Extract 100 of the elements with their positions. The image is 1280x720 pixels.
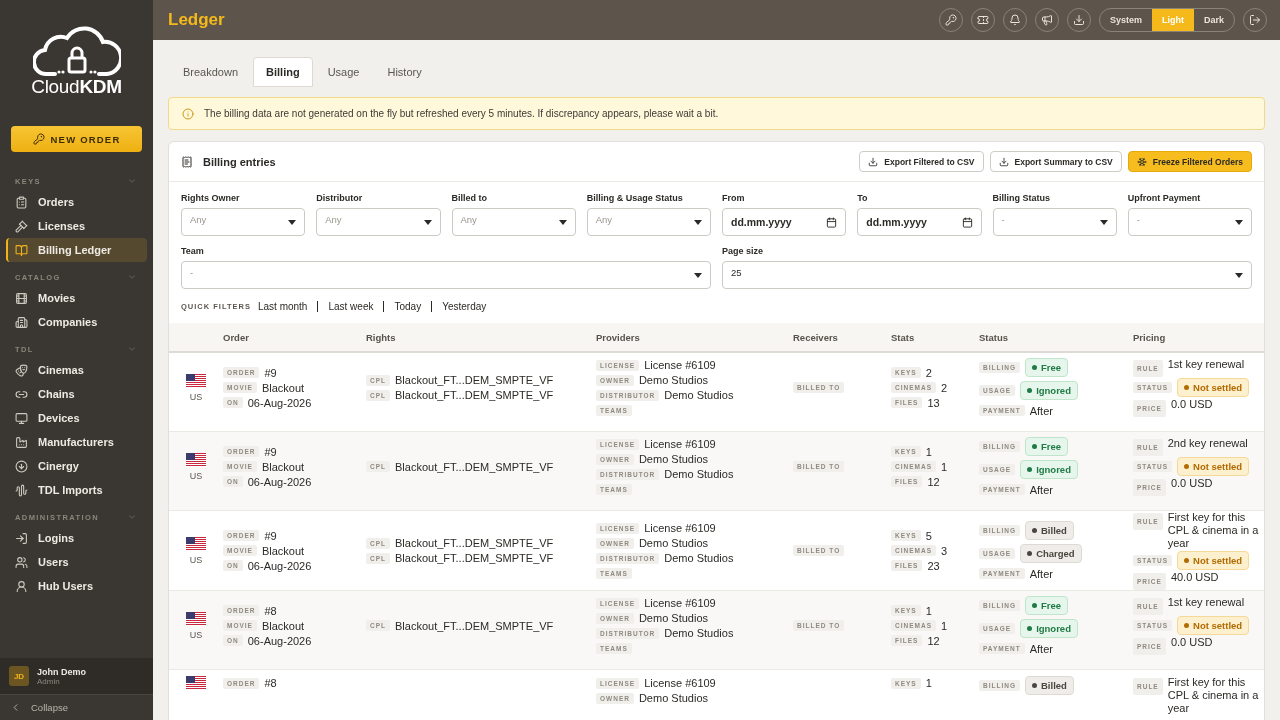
theme-option[interactable]: System: [1099, 9, 1152, 31]
tab[interactable]: History: [374, 57, 435, 87]
quick-filter-link[interactable]: Last month: [257, 301, 308, 312]
nav-item[interactable]: Billing Ledger: [6, 238, 147, 262]
column-header: Status: [979, 331, 1010, 343]
nav-item[interactable]: Companies: [6, 310, 147, 334]
nav-item[interactable]: Logins: [6, 526, 147, 550]
caret-icon: [1235, 219, 1243, 225]
nav-item[interactable]: Hub Users: [6, 574, 147, 598]
nav-icon: [15, 531, 28, 545]
field-value: Blackout_FT...DEM_SMPTE_VF: [395, 619, 554, 632]
field-value: 40.0 USD: [1170, 571, 1219, 584]
field-value: #9: [264, 366, 277, 379]
column-header: Rights: [366, 331, 397, 343]
field-value: 23: [927, 559, 940, 572]
field-value: Demo Studios: [638, 692, 708, 704]
key-icon: [32, 133, 45, 145]
field-value: After: [1029, 567, 1053, 580]
nav-item[interactable]: Licenses: [6, 214, 147, 238]
column-header: Order: [223, 331, 250, 343]
status-badge: Not settled: [1177, 457, 1250, 476]
nav-item[interactable]: Devices: [6, 406, 147, 430]
field-value: 1: [941, 460, 948, 473]
nav-item[interactable]: Cinemas: [6, 358, 147, 382]
field-value: Demo Studios: [638, 537, 708, 549]
field-value: Demo Studios: [664, 389, 734, 401]
nav-item[interactable]: Manufacturers: [6, 430, 147, 454]
filter-label: To: [857, 193, 869, 203]
flag-icon: [186, 452, 206, 467]
user-role: Admin: [37, 676, 61, 686]
field-value: #9: [264, 529, 277, 542]
quick-filter-link[interactable]: Today: [394, 301, 422, 312]
country-code: US: [189, 391, 203, 402]
nav-item[interactable]: Chains: [6, 382, 147, 406]
key-button[interactable]: [938, 8, 963, 32]
column-header: Stats: [891, 331, 916, 343]
caret-icon: [694, 219, 702, 225]
tab[interactable]: Billing: [253, 57, 313, 87]
field-value: After: [1029, 483, 1053, 496]
tab[interactable]: Breakdown: [170, 57, 252, 87]
ticket-icon: [976, 14, 989, 26]
nav-icon: [15, 435, 28, 449]
field-value: Demo Studios: [638, 612, 708, 624]
export-button[interactable]: Export Filtered to CSV: [859, 151, 984, 172]
status-badge: Free: [1025, 357, 1069, 377]
field-value: License #6109: [644, 359, 716, 371]
column-header: Receivers: [793, 331, 839, 343]
date-field[interactable]: dd.mm.yyyy: [722, 208, 847, 236]
nav-icon: [15, 459, 28, 473]
field-value: License #6109: [644, 522, 716, 534]
nav-item[interactable]: Movies: [6, 286, 147, 310]
flag-icon: [186, 536, 206, 551]
field-value: Blackout: [261, 619, 305, 632]
theme-option[interactable]: Dark: [1194, 9, 1234, 31]
flag-icon: [186, 611, 206, 626]
field-value: 06-Aug-2026: [247, 396, 312, 409]
export-button[interactable]: Export Summary to CSV: [989, 151, 1122, 172]
status-badge: Billed: [1025, 676, 1074, 695]
quick-filter-link[interactable]: Last week: [328, 301, 374, 312]
field-value: First key for this CPL & cinema in a year: [1167, 676, 1260, 715]
column-header: Pricing: [1133, 331, 1167, 343]
country-code: US: [189, 629, 203, 640]
megaphone-button[interactable]: [1034, 8, 1059, 32]
nav-icon: [15, 555, 28, 569]
field-value: 06-Aug-2026: [247, 475, 312, 488]
bell-button[interactable]: [1002, 8, 1027, 32]
download-button[interactable]: [1066, 8, 1091, 32]
tab[interactable]: Usage: [314, 57, 373, 87]
field-value: Demo Studios: [638, 374, 708, 386]
quick-filter-link[interactable]: Yesterday: [442, 301, 487, 312]
field-value: 1: [925, 677, 932, 689]
collapse-button[interactable]: Collapse: [0, 694, 153, 720]
status-badge: Ignored: [1020, 459, 1078, 479]
page-title: Ledger: [168, 10, 226, 30]
user-name: John Demo: [37, 666, 86, 677]
field-value: Demo Studios: [638, 453, 708, 465]
caret-icon: [694, 272, 702, 278]
filter-label: Billed to: [451, 193, 488, 203]
nav-icon: [15, 195, 28, 209]
megaphone-icon: [1040, 14, 1053, 26]
select-field[interactable]: 25: [722, 261, 1252, 289]
field-value: Blackout_FT...DEM_SMPTE_VF: [395, 460, 554, 473]
nav-item[interactable]: Orders: [6, 190, 147, 214]
field-value: 5: [925, 529, 932, 542]
date-field[interactable]: dd.mm.yyyy: [857, 208, 982, 236]
info-icon: [182, 107, 194, 120]
field-value: Demo Studios: [664, 552, 734, 564]
nav-item[interactable]: Cinergy: [6, 454, 147, 478]
field-value: 12: [927, 634, 940, 647]
snowflake-icon: [1136, 156, 1147, 167]
notice-text: The billing data are not generated on the fly but refreshed every 5 minutes. If discrepancy appears, please wait a bit.: [204, 108, 719, 119]
caret-icon: [1099, 219, 1108, 225]
logout-button[interactable]: [1243, 8, 1267, 32]
field-value: 0.0 USD: [1170, 636, 1213, 649]
logout-icon: [1249, 14, 1261, 26]
nav-item[interactable]: Users: [6, 550, 147, 574]
nav-item[interactable]: TDL Imports: [6, 478, 147, 502]
freeze-button[interactable]: Freeze Filtered Orders: [1127, 151, 1252, 172]
new-order-button[interactable]: NEW ORDER: [11, 126, 142, 152]
ticket-button[interactable]: [970, 8, 995, 32]
